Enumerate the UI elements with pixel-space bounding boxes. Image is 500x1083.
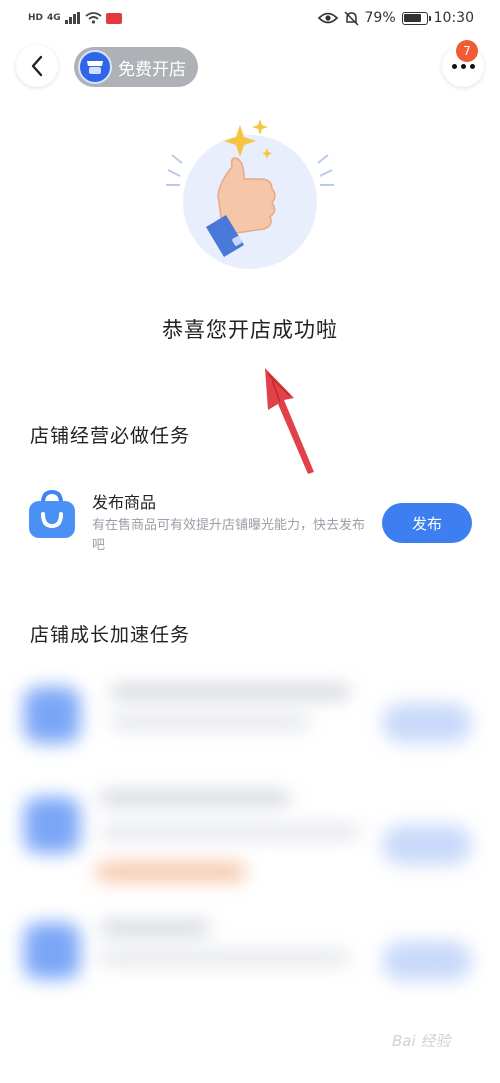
mute-bell-icon xyxy=(343,10,359,26)
status-right: 79% 10:30 xyxy=(317,10,474,26)
blurred-text xyxy=(100,921,210,935)
blurred-text xyxy=(100,951,350,965)
network-label: 4G xyxy=(47,13,61,23)
shopping-bag-icon xyxy=(29,489,75,538)
blurred-text xyxy=(100,825,360,839)
blurred-text xyxy=(110,685,350,699)
blurred-task-icon xyxy=(24,923,80,979)
back-button[interactable] xyxy=(16,45,58,87)
more-dot-icon xyxy=(469,63,475,69)
watermark: Bai 经验 xyxy=(392,1032,451,1050)
success-message: 恭喜您开店成功啦 xyxy=(162,318,338,342)
status-bar: HD 4G 79% 10:30 xyxy=(0,0,500,36)
battery-percent: 79% xyxy=(364,10,396,26)
battery-level xyxy=(404,14,421,22)
blurred-text xyxy=(110,715,310,729)
blurred-tag xyxy=(96,863,246,881)
task-description: 有在售商品可有效提升店铺曝光能力，快去发布吧 xyxy=(92,518,366,553)
clock: 10:30 xyxy=(433,10,474,26)
app-notification-icon xyxy=(105,12,122,24)
battery-icon xyxy=(401,11,431,25)
hd-label: HD xyxy=(28,13,44,23)
blurred-button xyxy=(382,825,472,865)
notification-badge: 7 xyxy=(456,40,478,62)
back-arrow-icon xyxy=(31,55,43,77)
signal-icon xyxy=(64,12,80,24)
shop-avatar-icon xyxy=(78,50,112,84)
more-dot-icon xyxy=(460,63,466,69)
task-name: 发布商品 xyxy=(92,493,157,512)
blurred-task-icon xyxy=(24,687,80,743)
blurred-task-icon xyxy=(24,797,80,853)
growth-tasks-title: 店铺成长加速任务 xyxy=(30,624,191,646)
page-title: 免费开店 xyxy=(118,59,186,80)
wifi-icon xyxy=(85,12,102,24)
blurred-text xyxy=(100,791,290,805)
publish-button[interactable]: 发布 xyxy=(382,503,472,543)
more-dot-icon xyxy=(451,63,457,69)
annotation-arrow-icon xyxy=(265,368,314,474)
blurred-task-list xyxy=(0,655,500,1015)
blurred-button xyxy=(382,941,472,981)
blurred-button xyxy=(382,703,472,743)
status-left: HD 4G xyxy=(28,12,122,24)
thumbs-up-illustration xyxy=(166,119,334,269)
page-title-pill: 免费开店 xyxy=(74,47,198,87)
required-tasks-title: 店铺经营必做任务 xyxy=(30,425,191,447)
eye-icon xyxy=(317,12,338,24)
